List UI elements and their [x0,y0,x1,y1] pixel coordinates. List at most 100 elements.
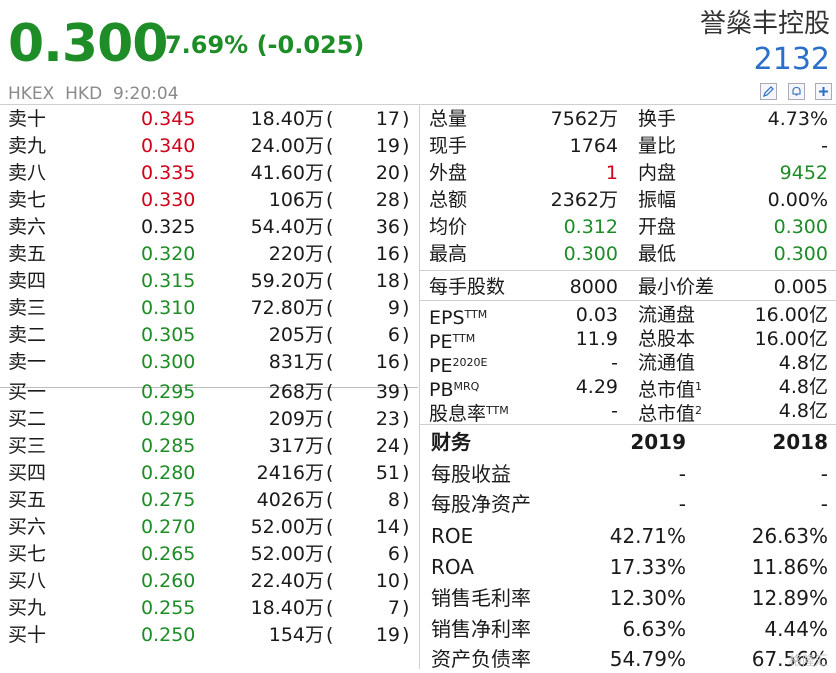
lot-size-value: 8000 [569,276,618,298]
level-price: 0.280 [141,462,196,484]
level-volume: 154万 [268,624,324,646]
ask-row[interactable]: 卖六 0.325 54.40万(36) [0,214,418,241]
bid-row[interactable]: 买七 0.265 52.00万(6) [0,541,418,568]
bell-icon[interactable] [788,83,805,100]
level-price: 0.320 [141,243,196,265]
valuation-divider [420,424,836,425]
pencil-icon[interactable] [760,83,777,100]
valuation-value: 4.8亿 [778,400,828,422]
bid-row[interactable]: 买八 0.260 22.40万(10) [0,568,418,595]
level-label: 卖七 [8,189,47,211]
paren-close: ) [402,381,410,403]
level-price: 0.315 [141,270,196,292]
paren-close: ) [402,108,410,130]
stat-label: 外盘 [429,162,468,184]
ask-row[interactable]: 卖二 0.305 205万(6) [0,322,418,349]
finance-value-2018: 26.63% [751,524,828,548]
paren-open: ( [326,543,334,565]
paren-open: ( [326,462,334,484]
stat-value: 4.73% [767,108,828,130]
level-label: 卖六 [8,216,47,238]
level-label: 买四 [8,462,47,484]
paren-open: ( [326,108,334,130]
stat-value: 1 [605,162,618,184]
stat-value: 0.00% [767,189,828,211]
valuation-value: - [611,400,618,422]
ask-row[interactable]: 卖四 0.315 59.20万(18) [0,268,418,295]
paren-close: ) [402,489,410,511]
bid-row[interactable]: 买十 0.250 154万(19) [0,622,418,649]
level-order-count: 18 [375,270,400,292]
valuation-label-sup: 1 [695,380,703,393]
valuation-label-text: 流通盘 [638,304,696,326]
level-label: 买十 [8,624,47,646]
valuation-value: 4.8亿 [778,352,828,374]
level-price: 0.325 [141,216,196,238]
valuation-label-text: 总市值 [638,403,696,425]
paren-open: ( [326,216,334,238]
level-volume: 72.80万 [250,297,324,319]
stat-label: 开盘 [638,216,677,238]
plus-icon[interactable] [815,83,832,100]
level-price: 0.285 [141,435,196,457]
paren-open: ( [326,135,334,157]
bid-row[interactable]: 买四 0.280 2416万(51) [0,460,418,487]
bid-row[interactable]: 买九 0.255 18.40万(7) [0,595,418,622]
stat-value: 1764 [569,135,618,157]
stat-value: 2362万 [550,189,618,211]
finance-value-2019: 17.33% [609,555,686,579]
paren-open: ( [326,297,334,319]
bid-row[interactable]: 买三 0.285 317万(24) [0,433,418,460]
ask-row[interactable]: 卖九 0.340 24.00万(19) [0,133,418,160]
paren-close: ) [402,597,410,619]
valuation-label-text: 股息率 [429,403,487,425]
level-volume: 59.20万 [250,270,324,292]
level-volume: 4026万 [256,489,324,511]
watermark: 格隆汇 [788,654,828,669]
tick-size-label: 最小价差 [638,276,715,298]
level-label: 卖一 [8,351,47,373]
finance-value-2018: 12.89% [751,586,828,610]
level-volume: 106万 [268,189,324,211]
level-volume: 52.00万 [250,516,324,538]
bid-row[interactable]: 买五 0.275 4026万(8) [0,487,418,514]
level-label: 买七 [8,543,47,565]
valuation-value: 11.9 [575,328,618,350]
level-volume: 18.40万 [250,108,324,130]
level-order-count: 7 [387,597,400,619]
valuation-value: 16.00亿 [754,328,828,350]
finance-col-2018: 2018 [772,430,828,454]
stat-label: 总量 [429,108,468,130]
stat-value: 0.300 [563,243,618,265]
level-order-count: 16 [375,243,400,265]
level-price: 0.260 [141,570,196,592]
ask-row[interactable]: 卖七 0.330 106万(28) [0,187,418,214]
level-order-count: 6 [387,324,400,346]
level-order-count: 17 [375,108,400,130]
ask-row[interactable]: 卖八 0.335 41.60万(20) [0,160,418,187]
ask-row[interactable]: 卖三 0.310 72.80万(9) [0,295,418,322]
valuation-label-text: 总股本 [638,328,696,350]
bid-row[interactable]: 买一 0.295 268万(39) [0,379,418,406]
paren-close: ) [402,162,410,184]
finance-col-2019: 2019 [630,430,686,454]
ask-row[interactable]: 卖十 0.345 18.40万(17) [0,106,418,133]
paren-open: ( [326,489,334,511]
paren-close: ) [402,135,410,157]
finance-label: 每股净资产 [431,492,531,516]
bid-row[interactable]: 买二 0.290 209万(23) [0,406,418,433]
valuation-label: 流通盘 [638,302,695,328]
level-order-count: 6 [387,543,400,565]
ask-row[interactable]: 卖一 0.300 831万(16) [0,349,418,376]
level-order-count: 28 [375,189,400,211]
finance-value-2019: - [678,462,686,486]
stat-label: 均价 [429,216,468,238]
valuation-label-sup: MRQ [453,380,480,393]
exchange-info: HKEX HKD 9:20:04 [8,84,179,104]
ask-row[interactable]: 卖五 0.320 220万(16) [0,241,418,268]
bid-row[interactable]: 买六 0.270 52.00万(14) [0,514,418,541]
paren-close: ) [402,435,410,457]
valuation-label: 总市值2 [638,398,702,427]
finance-value-2019: 12.30% [609,586,686,610]
paren-close: ) [402,516,410,538]
